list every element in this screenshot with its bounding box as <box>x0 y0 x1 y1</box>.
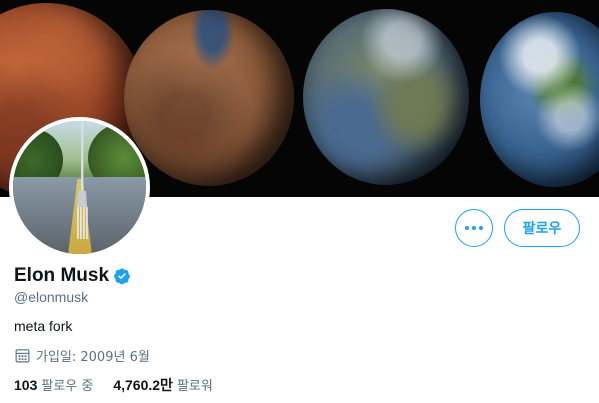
more-dot <box>479 226 483 230</box>
following-count: 103 <box>14 377 38 393</box>
banner-planet-terraformed <box>303 9 469 185</box>
more-dot <box>472 226 476 230</box>
banner-planet-terraforming <box>124 10 294 186</box>
following-label: 팔로우 중 <box>41 379 94 394</box>
profile-name: Elon Musk <box>14 265 110 286</box>
avatar[interactable] <box>9 117 150 258</box>
followers-count: 4,760.2만 <box>113 377 173 393</box>
calendar-icon <box>15 349 30 363</box>
following-link[interactable]: 103 팔로우 중 <box>14 375 93 395</box>
profile-handle: @elonmusk <box>14 289 89 305</box>
follow-button[interactable]: 팔로우 <box>504 209 580 247</box>
fork-icon <box>77 121 88 239</box>
profile-bio: meta fork <box>14 318 73 334</box>
joined-date: 가입일: 2009년 6월 <box>36 350 150 365</box>
profile-name-row: Elon Musk <box>14 264 131 288</box>
profile-stats: 103 팔로우 중 4,760.2만 팔로워 <box>14 375 213 395</box>
profile-joined: 가입일: 2009년 6월 <box>14 346 150 365</box>
more-horizontal-icon <box>465 226 469 230</box>
followers-link[interactable]: 4,760.2만 팔로워 <box>113 375 212 395</box>
verified-badge-icon <box>114 268 130 285</box>
more-options-button[interactable] <box>455 209 493 247</box>
followers-label: 팔로워 <box>176 379 213 394</box>
banner-planet-earthlike <box>480 12 599 187</box>
